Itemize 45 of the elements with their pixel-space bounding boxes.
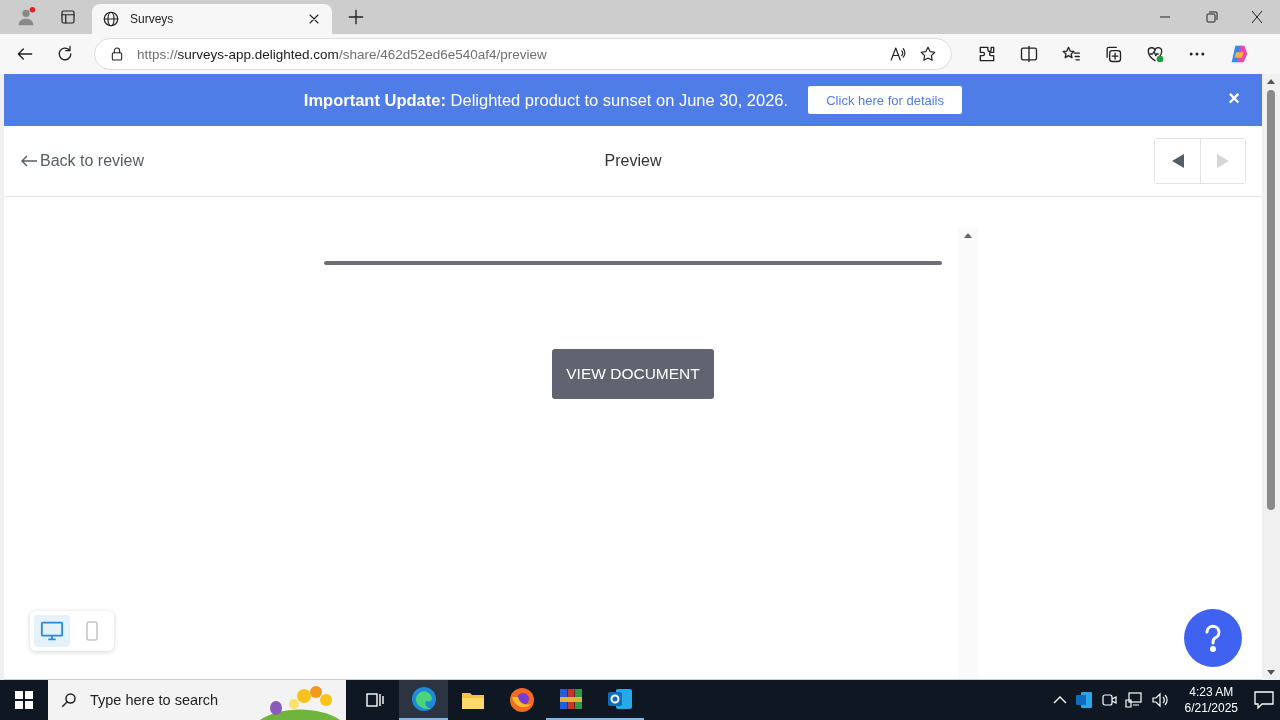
page-title: Preview <box>604 152 662 169</box>
scroll-up-icon[interactable] <box>1266 78 1276 84</box>
close-button[interactable]: × <box>1228 88 1240 108</box>
chevron-up-icon[interactable] <box>1052 695 1067 705</box>
taskbar-search-box[interactable]: Type here to search <box>48 680 346 720</box>
browser-tab[interactable]: Surveys <box>92 4 332 34</box>
scroll-down-icon[interactable] <box>1266 670 1276 676</box>
globe-icon <box>102 10 120 28</box>
windows-start-icon[interactable] <box>15 691 33 709</box>
banner-text: Important Update: Delighted product to sunset on June 30, 2026. <box>303 90 789 110</box>
notifications-icon[interactable] <box>1254 691 1274 709</box>
folder-icon[interactable] <box>460 690 485 710</box>
triangle-left-icon[interactable] <box>1170 153 1185 169</box>
monitor-icon[interactable] <box>40 620 64 642</box>
scroll-up-icon[interactable] <box>963 232 973 238</box>
new-tab-icon[interactable] <box>346 7 366 27</box>
split-screen-icon[interactable] <box>1019 44 1039 64</box>
desktop-view-button[interactable] <box>34 615 70 647</box>
search-icon[interactable] <box>60 691 78 709</box>
clock-time: 4:23 AM <box>1189 684 1234 700</box>
back-link[interactable]: Back to review <box>20 152 145 170</box>
health-icon[interactable] <box>1145 44 1165 64</box>
view-document-button[interactable]: VIEW DOCUMENT <box>552 349 714 399</box>
favorites-icon[interactable] <box>1061 44 1081 64</box>
outlook-icon[interactable] <box>606 687 633 711</box>
star-icon[interactable] <box>919 45 937 63</box>
taskbar-search-field[interactable]: Type here to search <box>88 691 262 709</box>
arrow-left-icon[interactable] <box>20 154 38 168</box>
task-view-icon[interactable] <box>365 691 384 709</box>
archive-icon[interactable] <box>557 686 584 712</box>
details-button[interactable]: Click here for details <box>808 86 963 114</box>
read-aloud-icon[interactable] <box>889 45 907 63</box>
clock-date: 6/21/2025 <box>1184 700 1238 716</box>
tab-actions-icon[interactable] <box>59 8 77 26</box>
help-button[interactable] <box>1184 609 1242 667</box>
puzzle-icon[interactable] <box>977 44 997 64</box>
scrollbar-thumb[interactable] <box>1267 90 1275 510</box>
edge-icon[interactable] <box>410 686 437 712</box>
lock-icon <box>109 46 125 62</box>
flowers-icon <box>260 684 340 720</box>
outlook-tray-icon[interactable] <box>1074 691 1093 709</box>
firefox-icon[interactable] <box>508 687 535 713</box>
speaker-icon[interactable] <box>1150 692 1169 708</box>
network-icon[interactable] <box>1124 692 1143 708</box>
address-bar[interactable]: https://surveys-app.delighted.com/share/462d52ed6e540af4/preview <box>94 38 952 70</box>
